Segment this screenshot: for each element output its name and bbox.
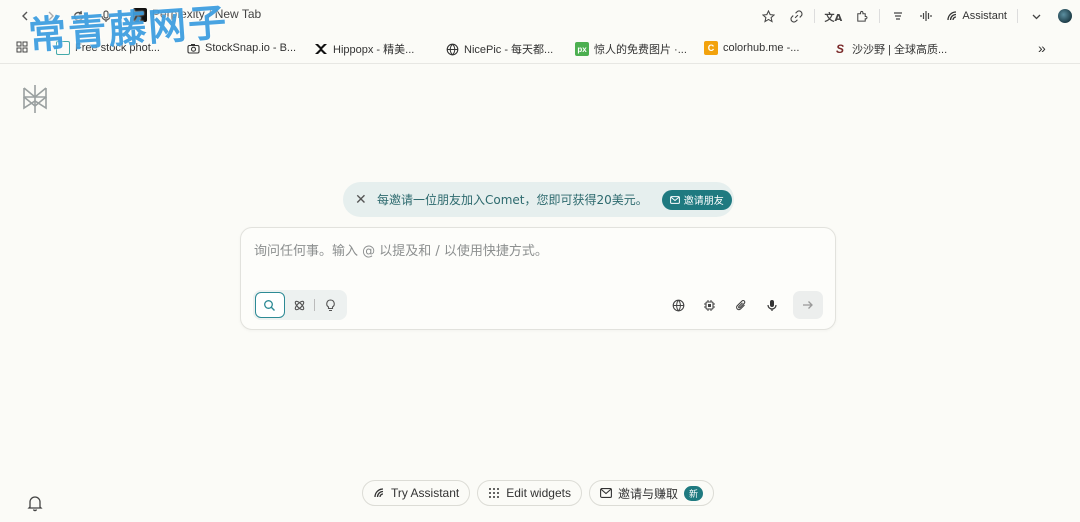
chevron-down-icon[interactable] xyxy=(1022,5,1050,27)
assistant-icon xyxy=(374,488,384,498)
edit-widgets-button[interactable]: Edit widgets xyxy=(477,480,582,506)
lightbulb-icon xyxy=(325,298,335,311)
microphone-icon[interactable] xyxy=(756,290,787,320)
link-icon[interactable] xyxy=(782,5,810,27)
toolbar-divider xyxy=(1017,9,1018,23)
invite-friends-button[interactable]: 邀请朋友 xyxy=(661,189,732,210)
search-icon xyxy=(264,299,276,311)
s-icon: S xyxy=(835,42,844,56)
assistant-button[interactable]: Assistant xyxy=(940,10,1013,22)
bookmark-label: 惊人的免费图片 ·... xyxy=(594,44,687,56)
hippo-icon xyxy=(314,42,328,56)
bookmark-label: 沙沙野 | 全球高质... xyxy=(852,44,948,56)
px-icon: px xyxy=(575,42,589,56)
send-button[interactable] xyxy=(793,291,823,319)
list-icon[interactable] xyxy=(884,5,912,27)
query-composer: 询问任何事。输入 @ 以提及和 / 以使用快捷方式。 xyxy=(240,227,836,330)
bookmark-label: NicePic - 每天都... xyxy=(464,44,554,56)
bookmark-item[interactable]: S 沙沙野 | 全球高质... xyxy=(833,41,947,57)
bookmark-item[interactable]: Hippopx - 精美... xyxy=(314,41,414,57)
labs-mode-button[interactable] xyxy=(315,292,345,318)
atom-icon xyxy=(294,300,305,310)
extensions-icon[interactable] xyxy=(847,5,875,27)
toolbar-divider xyxy=(814,9,816,23)
chip-icon[interactable] xyxy=(694,290,725,320)
bookmark-label: colorhub.me -... xyxy=(723,42,800,54)
perplexity-logo-icon[interactable] xyxy=(20,83,50,115)
bookmark-label: Hippopx - 精美... xyxy=(333,44,415,56)
research-mode-button[interactable] xyxy=(285,292,315,318)
close-icon[interactable]: ✕ xyxy=(355,192,369,208)
translate-icon[interactable]: 文A xyxy=(819,5,847,27)
bookmark-item[interactable]: NicePic - 每天都... xyxy=(445,41,553,57)
try-assistant-button[interactable]: Try Assistant xyxy=(362,480,471,506)
assistant-icon xyxy=(947,11,957,21)
bottom-actions: Try Assistant Edit widgets 邀请与赚取 新 xyxy=(362,480,714,506)
bookmark-item[interactable]: C colorhub.me -... xyxy=(704,41,799,55)
composer-tools xyxy=(663,290,823,320)
search-mode-button[interactable] xyxy=(255,292,285,318)
dots-grid-icon xyxy=(489,488,500,498)
search-input[interactable]: 询问任何事。输入 @ 以提及和 / 以使用快捷方式。 xyxy=(254,240,548,259)
bookmark-item[interactable]: px 惊人的免费图片 ·... xyxy=(575,41,687,57)
invite-earn-button[interactable]: 邀请与赚取 新 xyxy=(588,480,714,506)
bell-icon[interactable] xyxy=(26,494,44,512)
toolbar-divider xyxy=(879,9,881,23)
voice-wave-icon[interactable] xyxy=(912,5,940,27)
invite-earn-label: 邀请与赚取 xyxy=(617,486,678,501)
mail-icon xyxy=(669,195,680,204)
more-bookmarks-icon[interactable]: » xyxy=(1038,40,1046,56)
globe-icon xyxy=(445,42,459,56)
referral-banner: ✕ 每邀请一位朋友加入Comet，您即可获得20美元。 邀请朋友 xyxy=(343,182,734,217)
attach-icon[interactable] xyxy=(725,290,756,320)
mail-icon xyxy=(600,488,612,498)
profile-avatar[interactable] xyxy=(1058,9,1072,23)
arrow-right-icon xyxy=(803,301,813,309)
star-icon[interactable] xyxy=(754,5,782,27)
globe-icon[interactable] xyxy=(663,290,694,320)
try-assistant-label: Try Assistant xyxy=(391,486,460,500)
toolbar-actions: 文A Assistant xyxy=(754,4,1072,28)
new-badge: 新 xyxy=(683,485,703,501)
assistant-label: Assistant xyxy=(962,10,1007,22)
search-mode-switch xyxy=(253,290,347,320)
apps-grid-icon[interactable] xyxy=(16,41,28,53)
referral-message: 每邀请一位朋友加入Comet，您即可获得20美元。 xyxy=(377,193,648,207)
invite-friends-label: 邀请朋友 xyxy=(683,196,724,207)
edit-widgets-label: Edit widgets xyxy=(506,486,571,500)
c-icon: C xyxy=(704,41,718,55)
